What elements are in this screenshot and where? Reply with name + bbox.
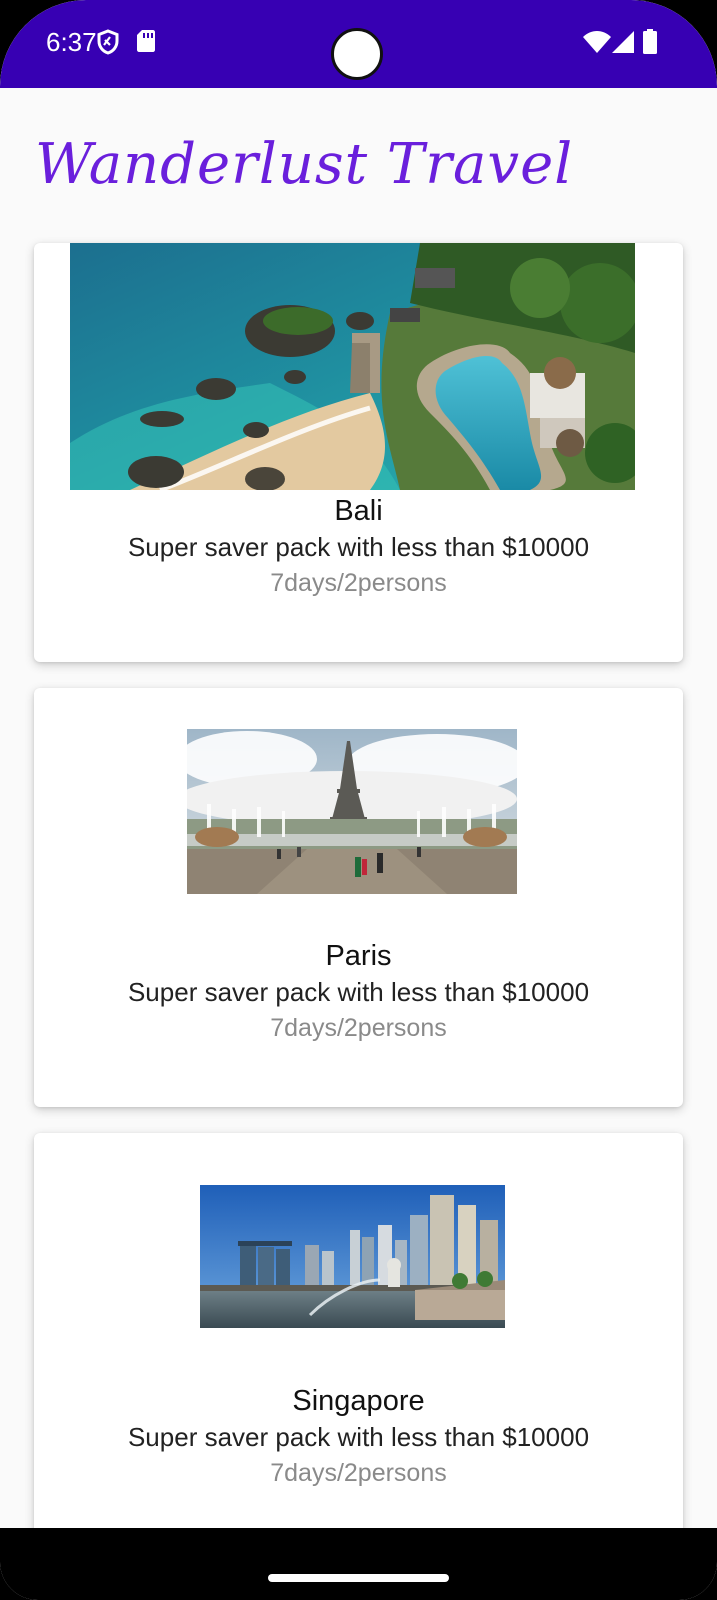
system-navigation-bar	[0, 1528, 717, 1600]
bali-beach-image	[70, 243, 635, 490]
status-time: 6:37	[46, 27, 97, 57]
sd-card-icon	[136, 29, 156, 58]
destination-name: Singapore	[292, 1385, 425, 1417]
destination-duration: 7days/2persons	[270, 1014, 447, 1042]
destination-name: Paris	[325, 940, 392, 972]
destination-description: Super saver pack with less than $10000	[127, 977, 590, 1007]
destination-list[interactable]: Wanderlust Travel Bali Super saver pack …	[0, 88, 717, 1528]
destination-card-bali[interactable]: Bali Super saver pack with less than $10…	[34, 243, 683, 662]
destination-duration: 7days/2persons	[270, 1459, 447, 1487]
home-gesture-handle[interactable]	[268, 1574, 449, 1582]
card-details: Singapore Super saver pack with less tha…	[34, 1383, 683, 1491]
shield-icon	[97, 29, 119, 60]
front-camera	[331, 28, 383, 80]
cellular-signal-icon	[612, 31, 634, 58]
card-details: Paris Super saver pack with less than $1…	[34, 938, 683, 1046]
app-title: Wanderlust Travel	[35, 132, 574, 197]
status-bar: 6:37	[0, 0, 717, 88]
destination-duration: 7days/2persons	[270, 569, 447, 597]
paris-eiffel-tower-image	[187, 729, 517, 894]
phone-screen: 6:37 Wanderlust Travel Bali Super saver …	[0, 0, 717, 1600]
card-details: Bali Super saver pack with less than $10…	[34, 493, 683, 601]
destination-description: Super saver pack with less than $10000	[127, 532, 590, 562]
destination-description: Super saver pack with less than $10000	[127, 1422, 590, 1452]
destination-card-paris[interactable]: Paris Super saver pack with less than $1…	[34, 688, 683, 1107]
singapore-skyline-image	[200, 1185, 505, 1328]
wifi-icon	[583, 30, 611, 59]
destination-card-singapore[interactable]: Singapore Super saver pack with less tha…	[34, 1133, 683, 1528]
battery-icon	[643, 29, 657, 59]
destination-name: Bali	[334, 495, 383, 527]
